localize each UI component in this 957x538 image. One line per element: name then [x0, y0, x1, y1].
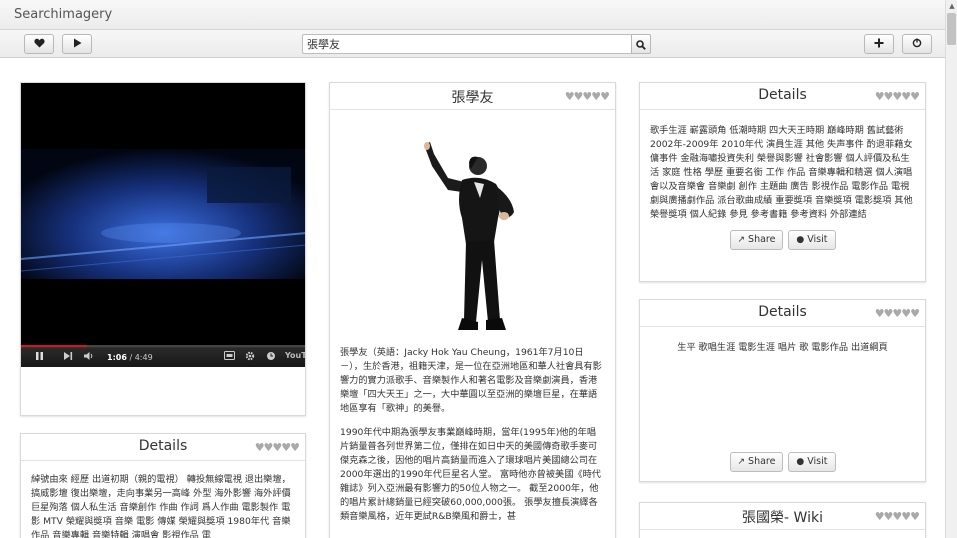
visit-label: Visit	[807, 234, 828, 245]
video-frame	[21, 83, 305, 347]
share-button[interactable]: ↗ Share	[729, 230, 784, 250]
settings-gear-icon[interactable]	[245, 351, 255, 364]
heart-rating-icon[interactable]: ♥♥♥♥♥	[875, 307, 920, 320]
visit-label: Visit	[807, 456, 828, 467]
youtube-logo-icon[interactable]: YouTube	[285, 351, 305, 360]
results-grid: 1:06 / 4:49 YouTube Details ♥♥♥♥♥ 綽號由來 經…	[0, 59, 945, 538]
details-panel-right-2: Details ♥♥♥♥♥ 生平 歌唱生涯 電影生涯 唱片 歌 電影作品 出道綱…	[639, 299, 926, 482]
video-player[interactable]: 1:06 / 4:49 YouTube	[21, 83, 305, 367]
captions-icon[interactable]	[224, 351, 235, 363]
volume-icon[interactable]	[83, 351, 95, 364]
add-button[interactable]	[864, 34, 894, 54]
watch-later-icon[interactable]	[266, 351, 276, 364]
search-input[interactable]	[302, 34, 631, 54]
search-bar	[302, 34, 651, 54]
play-button[interactable]	[62, 34, 92, 54]
search-icon	[636, 35, 646, 54]
details-body: 歌手生涯 嶄露頭角 低潮時期 四大天王時期 巔峰時期 舊試藝術 2002年-20…	[640, 110, 925, 256]
share-label: Share	[748, 234, 776, 245]
wiki-panel: 張國榮- Wiki ♥♥♥♥♥	[639, 502, 926, 538]
panel-header: 張學友 ♥♥♥♥♥	[330, 83, 615, 110]
heart-icon	[33, 38, 45, 51]
panel-header: Details ♥♥♥♥♥	[640, 83, 925, 110]
heart-rating-icon[interactable]: ♥♥♥♥♥	[565, 90, 610, 103]
details-text: 歌手生涯 嶄露頭角 低潮時期 四大天王時期 巔峰時期 舊試藝術 2002年-20…	[650, 125, 913, 220]
scroll-up-arrow-icon[interactable]: ▲	[946, 0, 957, 12]
panel-header: 張國榮- Wiki ♥♥♥♥♥	[640, 503, 925, 530]
search-button[interactable]	[631, 34, 651, 54]
video-time: 1:06 / 4:49	[107, 353, 153, 362]
video-duration: 4:49	[134, 353, 153, 362]
bio-paragraph-1: 張學友（英語：Jacky Hok Yau Cheung，1961年7月10日－）…	[340, 347, 602, 414]
video-controls: 1:06 / 4:49 YouTube	[21, 347, 305, 367]
video-panel: 1:06 / 4:49 YouTube	[20, 82, 306, 416]
video-current-time: 1:06	[107, 353, 127, 362]
profile-photo[interactable]	[418, 140, 528, 336]
heart-rating-icon[interactable]: ♥♥♥♥♥	[875, 510, 920, 523]
power-button[interactable]	[902, 34, 932, 54]
panel-header: Details ♥♥♥♥♥	[640, 300, 925, 327]
plus-icon	[874, 38, 884, 51]
play-icon	[73, 38, 82, 51]
profile-body: 張學友（英語：Jacky Hok Yau Cheung，1961年7月10日－）…	[330, 110, 615, 530]
profile-panel: 張學友 ♥♥♥♥♥ 張學友（英語：Jacky Hok Yau Cheung，19…	[329, 82, 616, 538]
power-icon	[912, 38, 922, 51]
panel-header: Details ♥♥♥♥♥	[21, 434, 305, 461]
action-row: ↗ Share ● Visit	[640, 452, 925, 472]
share-icon: ↗	[737, 235, 746, 245]
bio-paragraph-2: 1990年代中期為張學友事業巔峰時期，當年(1995年)他的年唱片銷量普各列世界…	[340, 427, 601, 522]
like-button[interactable]	[24, 34, 54, 54]
details-panel-right-1: Details ♥♥♥♥♥ 歌手生涯 嶄露頭角 低潮時期 四大天王時期 巔峰時期…	[639, 82, 926, 282]
details-text: 生平 歌唱生涯 電影生涯 唱片 歌 電影作品 出道綱頁	[677, 342, 888, 353]
heart-rating-icon[interactable]: ♥♥♥♥♥	[875, 90, 920, 103]
app-title-bar: Searchimagery	[0, 0, 945, 30]
toolbar	[0, 30, 945, 58]
next-icon[interactable]	[63, 351, 73, 364]
video-time-separator: /	[126, 353, 135, 362]
share-button[interactable]: ↗ Share	[729, 452, 784, 472]
action-row: ↗ Share ● Visit	[650, 230, 915, 250]
app-title: Searchimagery	[14, 7, 113, 22]
details-text: 綽號由來 經歷 出道初期（親的電視） 轉投無線電視 退出樂壇，搞威影壇 復出樂壇…	[31, 474, 291, 538]
pause-icon[interactable]	[35, 351, 44, 364]
scroll-thumb[interactable]	[947, 13, 956, 45]
details-panel-left: Details ♥♥♥♥♥ 綽號由來 經歷 出道初期（親的電視） 轉投無線電視 …	[20, 433, 306, 538]
window-scrollbar[interactable]: ▲	[945, 0, 957, 538]
share-label: Share	[748, 456, 776, 467]
globe-icon: ●	[796, 235, 805, 245]
visit-button[interactable]: ● Visit	[788, 230, 836, 250]
globe-icon: ●	[796, 457, 805, 467]
heart-rating-icon[interactable]: ♥♥♥♥♥	[255, 441, 300, 454]
visit-button[interactable]: ● Visit	[788, 452, 836, 472]
details-body: 生平 歌唱生涯 電影生涯 唱片 歌 電影作品 出道綱頁 ↗ Share ● Visi…	[640, 327, 925, 472]
share-icon: ↗	[737, 457, 746, 467]
